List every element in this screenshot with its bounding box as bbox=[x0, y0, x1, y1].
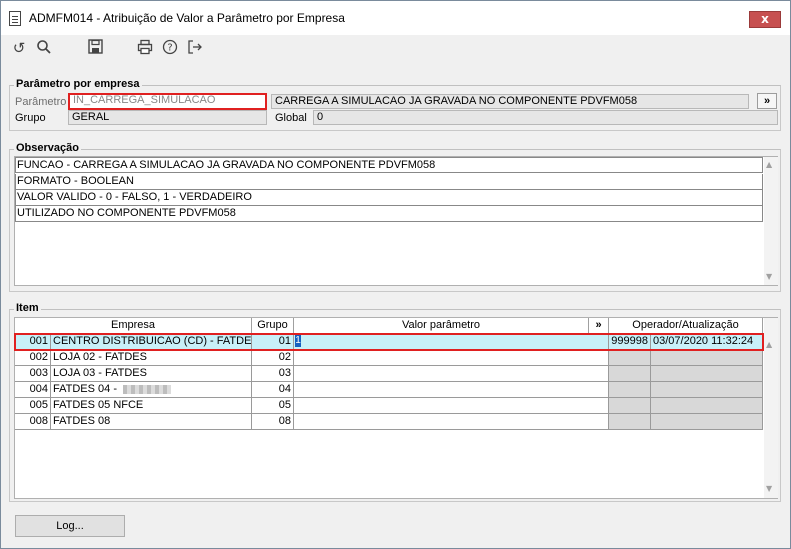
cell-empresa: FATDES 05 NFCE bbox=[51, 398, 252, 414]
cell-operador bbox=[609, 366, 651, 382]
cell-operador bbox=[609, 382, 651, 398]
cell-grupo: 05 bbox=[252, 398, 294, 414]
cell-empresa: FATDES 04 - bbox=[51, 382, 252, 398]
exit-icon[interactable] bbox=[186, 39, 204, 57]
window-title: ADMFM014 - Atribuição de Valor a Parâmet… bbox=[29, 11, 345, 25]
cell-atualizacao bbox=[651, 350, 763, 366]
cell-operador bbox=[609, 398, 651, 414]
cell-empresa: LOJA 02 - FATDES bbox=[51, 350, 252, 366]
scroll-down-icon[interactable]: ▼ bbox=[766, 272, 772, 281]
cell-code: 004 bbox=[15, 382, 51, 398]
cell-grupo: 04 bbox=[252, 382, 294, 398]
scroll-up-icon[interactable]: ▲ bbox=[766, 160, 772, 169]
cell-valor[interactable] bbox=[294, 414, 609, 430]
cell-valor[interactable] bbox=[294, 350, 609, 366]
save-icon[interactable] bbox=[86, 39, 104, 57]
cell-empresa-text: FATDES 04 - bbox=[53, 383, 117, 395]
cell-code: 002 bbox=[15, 350, 51, 366]
grupo-label: Grupo bbox=[15, 112, 46, 124]
search-icon[interactable] bbox=[35, 39, 53, 57]
header-empresa[interactable]: Empresa bbox=[15, 318, 252, 333]
cell-valor[interactable] bbox=[294, 382, 609, 398]
svg-text:?: ? bbox=[167, 43, 172, 54]
grupo-field: GERAL bbox=[68, 110, 267, 125]
cell-atualizacao bbox=[651, 414, 763, 430]
cell-code: 003 bbox=[15, 366, 51, 382]
selected-row-highlight bbox=[14, 333, 764, 351]
undo-icon[interactable]: ↺ bbox=[10, 39, 28, 57]
cell-grupo: 03 bbox=[252, 366, 294, 382]
cell-empresa: FATDES 08 bbox=[51, 414, 252, 430]
close-button[interactable]: x bbox=[749, 11, 781, 28]
observacao-scrollbar[interactable]: ▲ ▼ bbox=[764, 157, 778, 285]
expand-param-button[interactable]: » bbox=[757, 93, 777, 109]
item-scrollbar[interactable]: ▲ ▼ bbox=[764, 318, 778, 498]
app-window: ADMFM014 - Atribuição de Valor a Parâmet… bbox=[0, 0, 791, 549]
cell-empresa: LOJA 03 - FATDES bbox=[51, 366, 252, 382]
header-operador[interactable]: Operador/Atualização bbox=[609, 318, 763, 333]
cell-operador bbox=[609, 350, 651, 366]
observacao-line: UTILIZADO NO COMPONENTE PDVFM058 bbox=[15, 206, 763, 222]
cell-code: 008 bbox=[15, 414, 51, 430]
scroll-up-icon[interactable]: ▲ bbox=[766, 340, 772, 349]
parametro-input[interactable]: IN_CARREGA_SIMULACAO bbox=[68, 93, 267, 110]
observacao-legend: Observação bbox=[14, 142, 81, 154]
cell-grupo: 08 bbox=[252, 414, 294, 430]
cell-operador bbox=[609, 414, 651, 430]
help-icon[interactable]: ? bbox=[161, 39, 179, 57]
header-grupo[interactable]: Grupo bbox=[252, 318, 294, 333]
document-icon bbox=[9, 11, 21, 26]
cell-code: 005 bbox=[15, 398, 51, 414]
log-button[interactable]: Log... bbox=[15, 515, 125, 537]
param-group-legend: Parâmetro por empresa bbox=[14, 78, 142, 90]
parametro-description-field: CARREGA A SIMULACAO JA GRAVADA NO COMPON… bbox=[271, 94, 749, 109]
cell-grupo: 02 bbox=[252, 350, 294, 366]
item-grid: Empresa Grupo Valor parâmetro » Operador… bbox=[14, 317, 778, 499]
observacao-text-area[interactable]: FUNCAO - CARREGA A SIMULACAO JA GRAVADA … bbox=[14, 156, 778, 286]
global-label: Global bbox=[275, 112, 307, 124]
cell-atualizacao bbox=[651, 398, 763, 414]
item-legend: Item bbox=[14, 302, 41, 314]
observacao-line: FUNCAO - CARREGA A SIMULACAO JA GRAVADA … bbox=[15, 157, 763, 173]
cell-atualizacao bbox=[651, 382, 763, 398]
header-valor[interactable]: Valor parâmetro bbox=[294, 318, 589, 333]
scroll-down-icon[interactable]: ▼ bbox=[766, 484, 772, 493]
title-bar: ADMFM014 - Atribuição de Valor a Parâmet… bbox=[1, 1, 790, 35]
cell-valor[interactable] bbox=[294, 366, 609, 382]
expand-valor-button[interactable]: » bbox=[589, 318, 609, 333]
global-field: 0 bbox=[313, 110, 778, 125]
redacted-text bbox=[123, 384, 172, 394]
observacao-line: FORMATO - BOOLEAN bbox=[15, 174, 763, 190]
cell-valor[interactable] bbox=[294, 398, 609, 414]
parametro-label: Parâmetro bbox=[15, 96, 67, 108]
cell-atualizacao bbox=[651, 366, 763, 382]
print-icon[interactable] bbox=[136, 39, 154, 57]
observacao-line: VALOR VALIDO - 0 - FALSO, 1 - VERDADEIRO bbox=[15, 190, 763, 206]
